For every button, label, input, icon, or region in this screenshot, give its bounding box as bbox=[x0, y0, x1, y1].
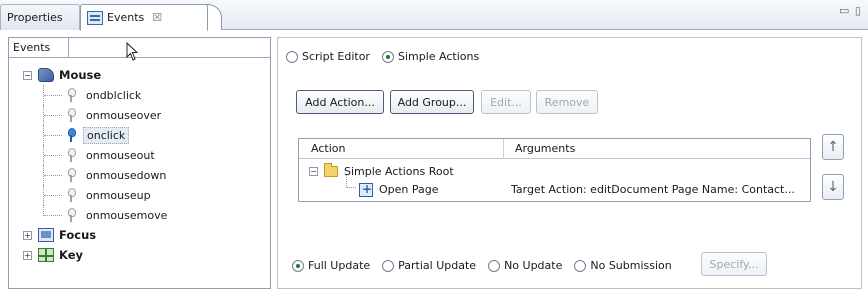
tree-leaf-onmousedown[interactable]: onmousedown bbox=[23, 165, 263, 185]
full-update-label: Full Update bbox=[308, 259, 371, 272]
table-row[interactable]: Open Page Target Action: editDocument Pa… bbox=[299, 180, 810, 199]
simple-actions-radio[interactable] bbox=[381, 50, 394, 63]
actions-table: Action Arguments − Simple Actions Root O… bbox=[298, 138, 811, 202]
tree-leaf-onmouseup[interactable]: onmouseup bbox=[23, 185, 263, 205]
key-icon bbox=[38, 248, 54, 262]
tab-properties-label: Properties bbox=[7, 11, 63, 24]
tree-leaf-label-selected: onclick bbox=[83, 126, 130, 144]
script-editor-radio[interactable] bbox=[286, 50, 298, 63]
tree-leaf-ondblclick[interactable]: ondblclick bbox=[23, 85, 263, 105]
column-header-action[interactable]: Action bbox=[311, 142, 345, 155]
no-submission-radio[interactable] bbox=[574, 259, 587, 272]
update-radio-group: Full Update Partial Update No Update No … bbox=[292, 259, 684, 272]
events-tree-panel: Events − Mouse ondblclick onmouseover on… bbox=[8, 37, 271, 289]
event-handler-active-icon bbox=[65, 128, 77, 142]
remove-button[interactable]: Remove bbox=[536, 90, 598, 114]
tree-leaf-label: onmouseout bbox=[86, 148, 155, 162]
collapse-mouse-icon[interactable]: − bbox=[23, 70, 32, 80]
events-column-header[interactable]: Events bbox=[9, 38, 69, 58]
folder-icon bbox=[324, 163, 338, 177]
collapse-root-icon[interactable]: − bbox=[309, 167, 318, 176]
partial-update-radio[interactable] bbox=[382, 259, 395, 272]
event-handler-icon bbox=[65, 208, 77, 222]
expand-focus-icon[interactable]: + bbox=[23, 230, 32, 240]
mouse-cursor-icon bbox=[126, 42, 139, 61]
tree-node-mouse[interactable]: − Mouse bbox=[23, 65, 263, 85]
script-editor-label: Script Editor bbox=[302, 50, 370, 63]
tree-leaf-label: ondblclick bbox=[86, 88, 142, 102]
edit-button[interactable]: Edit... bbox=[481, 90, 531, 114]
events-tree: − Mouse ondblclick onmouseover onclick o… bbox=[23, 65, 263, 265]
tab-properties[interactable]: Properties bbox=[0, 4, 80, 30]
events-view-icon bbox=[87, 10, 103, 25]
event-handler-icon bbox=[65, 88, 77, 102]
view-tab-strip: Properties Events ☒ ▭ ▯ bbox=[0, 0, 868, 31]
close-tab-icon[interactable]: ☒ bbox=[152, 11, 162, 24]
tree-leaf-label: onmousemove bbox=[86, 208, 168, 222]
tree-node-key-label: Key bbox=[59, 248, 84, 262]
tab-events[interactable]: Events ☒ bbox=[80, 4, 208, 31]
no-update-radio[interactable] bbox=[488, 259, 501, 272]
tree-node-key[interactable]: + Key bbox=[23, 245, 263, 265]
table-row[interactable]: − Simple Actions Root bbox=[299, 162, 810, 181]
no-update-label: No Update bbox=[504, 259, 563, 272]
event-handler-icon bbox=[65, 168, 77, 182]
tab-events-label: Events bbox=[107, 11, 145, 24]
tree-node-focus-label: Focus bbox=[59, 228, 97, 242]
tree-leaf-onmousemove[interactable]: onmousemove bbox=[23, 205, 263, 225]
simple-actions-label: Simple Actions bbox=[397, 50, 480, 63]
focus-icon bbox=[38, 228, 54, 242]
column-separator bbox=[503, 139, 504, 159]
add-action-button[interactable]: Add Action... bbox=[296, 90, 384, 114]
row-action-label: Simple Actions Root bbox=[344, 165, 454, 178]
no-submission-label: No Submission bbox=[590, 259, 672, 272]
partial-update-label: Partial Update bbox=[398, 259, 477, 272]
tree-leaf-label: onmouseover bbox=[86, 108, 162, 122]
tree-node-focus[interactable]: + Focus bbox=[23, 225, 263, 245]
expand-key-icon[interactable]: + bbox=[23, 250, 32, 260]
actions-table-header: Action Arguments bbox=[299, 139, 810, 159]
tree-leaf-label: onmousedown bbox=[86, 168, 167, 182]
mouse-icon bbox=[38, 68, 54, 82]
tree-node-mouse-label: Mouse bbox=[59, 68, 102, 82]
move-up-button[interactable]: ↑ bbox=[822, 134, 844, 160]
column-header-arguments[interactable]: Arguments bbox=[515, 142, 575, 155]
add-group-button[interactable]: Add Group... bbox=[390, 90, 474, 114]
row-action-label: Open Page bbox=[379, 183, 439, 196]
specify-button[interactable]: Specify... bbox=[701, 252, 767, 276]
move-down-button[interactable]: ↓ bbox=[822, 174, 844, 200]
tree-leaf-onmouseout[interactable]: onmouseout bbox=[23, 145, 263, 165]
tree-leaf-label: onmouseup bbox=[86, 188, 151, 202]
tree-leaf-onclick[interactable]: onclick bbox=[23, 125, 263, 145]
event-handler-icon bbox=[65, 148, 77, 162]
actions-panel: Script Editor Simple Actions Add Action.… bbox=[277, 37, 862, 289]
window-controls-icon[interactable]: ▭ ▯ bbox=[839, 4, 862, 17]
row-arguments: Target Action: editDocument Page Name: C… bbox=[511, 183, 795, 196]
full-update-radio[interactable] bbox=[292, 259, 304, 272]
events-header-filler bbox=[69, 38, 270, 58]
event-handler-icon bbox=[65, 188, 77, 202]
open-page-icon bbox=[359, 182, 373, 197]
event-handler-icon bbox=[65, 108, 77, 122]
tree-leaf-onmouseover[interactable]: onmouseover bbox=[23, 105, 263, 125]
mode-radio-group: Script Editor Simple Actions bbox=[286, 50, 491, 63]
